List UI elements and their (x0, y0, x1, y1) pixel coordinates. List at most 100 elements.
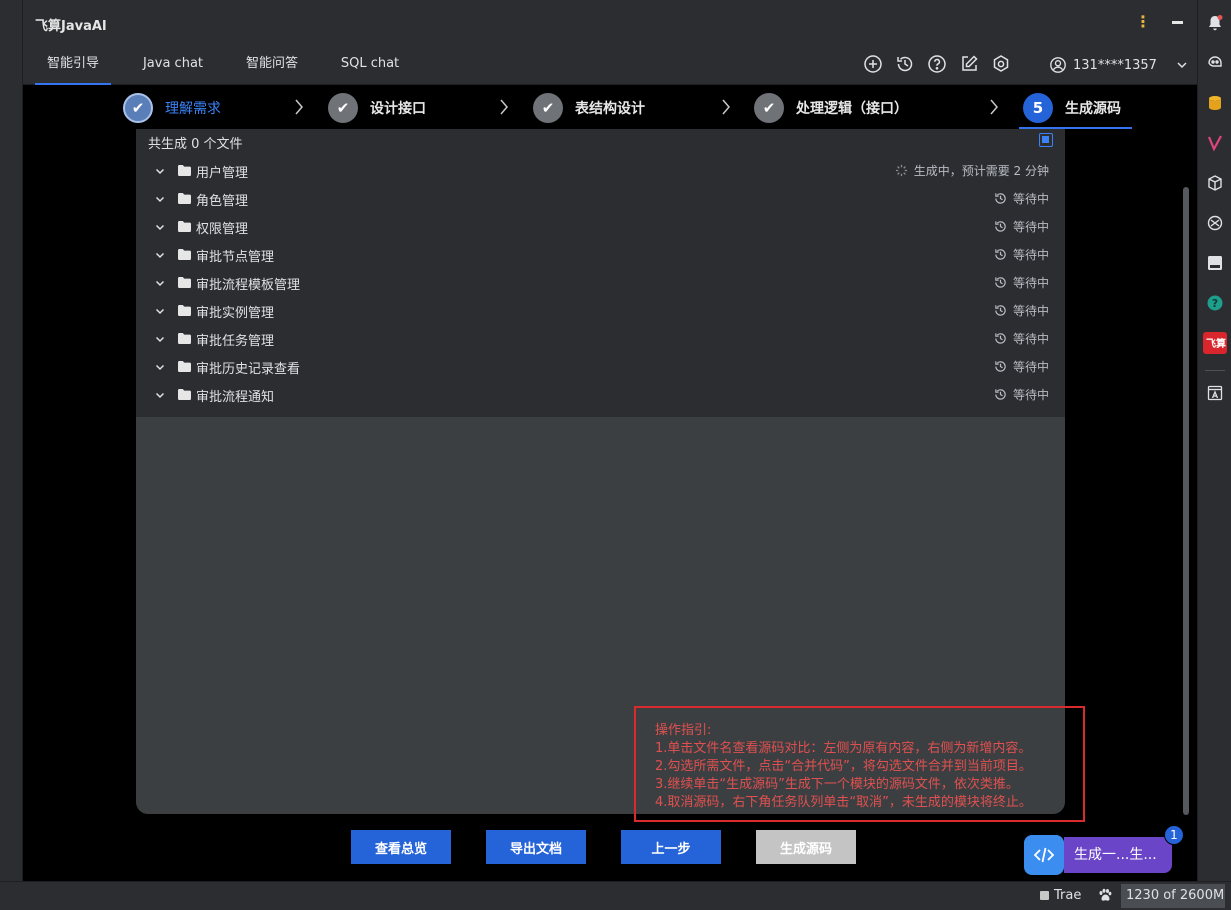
module-status-text: 生成中，预计需要 2 分钟 (913, 164, 1049, 178)
more-options-icon[interactable]: ⋮ (1135, 12, 1151, 31)
module-row[interactable]: 审批节点管理 等待中 (136, 241, 1065, 269)
step-understand-requirements[interactable]: ✔ 理解需求 (123, 90, 221, 126)
chevron-right-icon (500, 99, 508, 115)
trae-label: Trae (1054, 888, 1082, 903)
module-name[interactable]: 审批实例管理 (196, 302, 274, 321)
user-menu[interactable]: 131****1357 (1049, 55, 1189, 75)
module-status: 等待中 (994, 358, 1049, 375)
module-name[interactable]: 用户管理 (196, 162, 248, 181)
chevron-right-icon (990, 99, 998, 115)
vertical-scrollbar[interactable] (1182, 129, 1190, 819)
folder-icon (178, 333, 191, 344)
module-name[interactable]: 审批流程通知 (196, 386, 274, 405)
module-status-text: 等待中 (1012, 360, 1049, 374)
generate-source-button[interactable]: 生成源码 (756, 830, 856, 864)
guide-line: 3.继续单击“生成源码”生成下一个模块的源码文件，依次类推。 (655, 777, 1019, 792)
feisuan-icon[interactable]: 飞算 (1203, 332, 1227, 354)
module-name[interactable]: 审批节点管理 (196, 246, 274, 265)
ai-assistant-icon[interactable] (1206, 54, 1224, 72)
history-icon (995, 333, 1006, 344)
settings-icon[interactable] (991, 54, 1011, 74)
module-status-text: 等待中 (1012, 332, 1049, 346)
step-label: 表结构设计 (575, 101, 645, 117)
module-row[interactable]: 审批流程通知 等待中 (136, 381, 1065, 409)
terminal-icon[interactable] (1206, 254, 1224, 272)
trae-icon (1040, 891, 1049, 900)
chevron-down-icon[interactable] (154, 221, 166, 233)
step-table-design[interactable]: ✔ 表结构设计 (533, 90, 645, 126)
module-status: 等待中 (994, 330, 1049, 347)
folder-icon (178, 277, 191, 288)
translate-icon[interactable] (1206, 384, 1224, 402)
services-icon[interactable] (1206, 214, 1224, 232)
notifications-icon[interactable] (1206, 14, 1224, 32)
database-icon[interactable] (1206, 94, 1224, 112)
plus-circle-icon[interactable] (863, 54, 883, 74)
folder-icon (178, 389, 191, 400)
history-icon[interactable] (895, 54, 915, 74)
edit-icon[interactable] (959, 54, 979, 74)
module-row[interactable]: 审批实例管理 等待中 (136, 297, 1065, 325)
module-row[interactable]: 用户管理 生成中，预计需要 2 分钟 (136, 157, 1065, 185)
folder-icon (178, 221, 191, 232)
loading-icon (895, 164, 907, 177)
progress-stepper: ✔ 理解需求 ✔ 设计接口 ✔ 表结构设计 ✔ 处理逻辑（接口） 5 生成源码 (23, 85, 1197, 129)
step-label: 理解需求 (165, 101, 221, 117)
module-status: 等待中 (994, 302, 1049, 319)
module-name[interactable]: 角色管理 (196, 190, 248, 209)
step-process-logic[interactable]: ✔ 处理逻辑（接口） (754, 90, 908, 126)
packages-icon[interactable] (1206, 174, 1224, 192)
check-icon: ✔ (123, 93, 153, 123)
step-number: 5 (1023, 93, 1053, 123)
chevron-down-icon[interactable] (154, 333, 166, 345)
task-queue-label[interactable]: 生成一...生... (1064, 837, 1172, 873)
code-icon[interactable] (1024, 835, 1064, 875)
help-circle-icon[interactable]: ? (1206, 294, 1224, 312)
feisuan-tool-window: 飞算JavaAI ⋮ 智能引导 Java chat 智能问答 SQL chat … (23, 0, 1197, 881)
user-phone: 131****1357 (1073, 57, 1157, 73)
guide-line: 2.勾选所需文件，点击“合并代码”，将勾选文件合并到当前项目。 (655, 759, 1032, 774)
view-overview-button[interactable]: 查看总览 (351, 830, 451, 864)
previous-step-button[interactable]: 上一步 (621, 830, 721, 864)
check-icon: ✔ (533, 93, 563, 123)
help-icon[interactable] (927, 54, 947, 74)
module-name[interactable]: 权限管理 (196, 218, 248, 237)
history-icon (995, 305, 1006, 316)
chevron-down-icon[interactable] (154, 361, 166, 373)
tab-java-chat[interactable]: Java chat (133, 45, 213, 85)
chevron-down-icon[interactable] (154, 249, 166, 261)
chevron-right-icon (295, 99, 303, 115)
memory-indicator[interactable]: 1230 of 2600M (1121, 884, 1225, 908)
tab-bar: 智能引导 Java chat 智能问答 SQL chat 131****1357 (23, 45, 1197, 85)
chevron-down-icon[interactable] (154, 165, 166, 177)
check-icon: ✔ (328, 93, 358, 123)
step-generate-source[interactable]: 5 生成源码 (1023, 90, 1121, 126)
maven-icon[interactable] (1206, 134, 1224, 152)
trae-status[interactable]: Trae (1040, 888, 1081, 903)
tab-smart-qa[interactable]: 智能问答 (235, 45, 309, 85)
select-all-checkbox-icon[interactable] (1039, 133, 1053, 147)
tab-smart-guide[interactable]: 智能引导 (35, 45, 111, 85)
chevron-down-icon[interactable] (154, 305, 166, 317)
module-row[interactable]: 审批任务管理 等待中 (136, 325, 1065, 353)
module-name[interactable]: 审批任务管理 (196, 330, 274, 349)
chevron-down-icon[interactable] (154, 389, 166, 401)
history-icon (995, 277, 1006, 288)
task-queue-widget[interactable]: 生成一...生... 1 (1024, 825, 1184, 875)
export-document-button[interactable]: 导出文档 (486, 830, 586, 864)
tab-sql-chat[interactable]: SQL chat (331, 45, 409, 85)
module-status-text: 等待中 (1012, 304, 1049, 318)
chevron-down-icon (1177, 62, 1187, 69)
step-design-interface[interactable]: ✔ 设计接口 (328, 90, 426, 126)
module-row[interactable]: 角色管理 等待中 (136, 185, 1065, 213)
minimize-icon[interactable] (1172, 21, 1183, 24)
module-row[interactable]: 权限管理 等待中 (136, 213, 1065, 241)
module-row[interactable]: 审批流程模板管理 等待中 (136, 269, 1065, 297)
chevron-down-icon[interactable] (154, 193, 166, 205)
module-name[interactable]: 审批流程模板管理 (196, 274, 300, 293)
scroll-thumb[interactable] (1183, 187, 1189, 815)
module-name[interactable]: 审批历史记录查看 (196, 358, 300, 377)
paw-icon[interactable] (1097, 887, 1113, 903)
chevron-down-icon[interactable] (154, 277, 166, 289)
module-row[interactable]: 审批历史记录查看 等待中 (136, 353, 1065, 381)
